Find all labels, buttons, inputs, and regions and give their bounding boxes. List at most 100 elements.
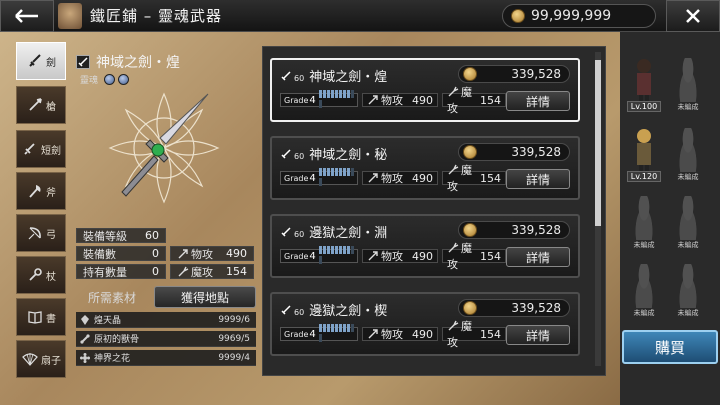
- tab-label: 弓: [46, 229, 56, 241]
- grade-pip: [322, 90, 326, 98]
- close-icon: [686, 9, 700, 23]
- tab-spear[interactable]: 槍: [16, 86, 66, 124]
- soul-orb-icon: [104, 74, 116, 85]
- equip-count-row: 裝備數 0: [76, 246, 166, 261]
- grade-value: 4: [309, 94, 316, 106]
- tab-bow[interactable]: 弓: [16, 214, 66, 252]
- price-value: 339,528: [511, 67, 561, 81]
- phys-attack-label: 物攻: [381, 172, 403, 185]
- grade-pips: [318, 90, 357, 110]
- weapon-price: 339,528: [458, 299, 570, 317]
- party-slot-hero[interactable]: Lv.100: [622, 52, 666, 112]
- obtain-location-button[interactable]: 獲得地點: [154, 286, 256, 308]
- detail-button[interactable]: 詳情: [506, 325, 570, 345]
- grade-pip: [326, 168, 330, 176]
- mag-attack-stat: 魔攻 154: [442, 320, 506, 349]
- bone-icon: [80, 333, 90, 344]
- equip-level-value: 60: [145, 229, 159, 242]
- tab-book[interactable]: 書: [16, 298, 66, 336]
- empty-label: 未編成: [677, 103, 699, 111]
- staff-icon: [26, 266, 44, 284]
- tab-staff[interactable]: 杖: [16, 256, 66, 294]
- tab-label: 劍: [46, 57, 56, 69]
- party-slot-empty[interactable]: 未編成: [622, 258, 666, 318]
- party-slot-empty[interactable]: 未編成: [666, 190, 710, 250]
- empty-silhouette: [675, 58, 701, 102]
- grade-label: Grade: [284, 95, 309, 105]
- grade-pip: [334, 168, 338, 176]
- party-slot-empty[interactable]: 未編成: [666, 122, 710, 182]
- grade-pip: [318, 100, 322, 108]
- grade-label: Grade: [284, 251, 309, 261]
- weapon-price: 339,528: [458, 221, 570, 239]
- grade-pip: [350, 246, 354, 254]
- hero-portrait: [637, 129, 651, 171]
- grade-pip: [350, 324, 354, 332]
- grade-pip: [318, 334, 322, 342]
- tab-fan[interactable]: 扇子: [16, 340, 66, 378]
- blacksmith-icon: [58, 3, 82, 29]
- mag-attack-icon: [448, 164, 459, 175]
- grade-pip: [318, 246, 322, 254]
- grade-pip: [330, 246, 334, 254]
- phys-attack-value: 490: [412, 171, 433, 185]
- party-slot-empty[interactable]: 未編成: [666, 258, 710, 318]
- tab-dagger[interactable]: 短劍: [16, 130, 66, 168]
- phys-attack-value: 490: [412, 249, 433, 263]
- price-value: 339,528: [511, 223, 561, 237]
- coin-icon: [463, 145, 477, 159]
- material-name: 煌天晶: [94, 316, 122, 326]
- weapon-name: 神域之劍・秘: [309, 148, 388, 163]
- grade-value: 4: [309, 250, 316, 262]
- material-row: 原初的獸骨 9969/5: [76, 331, 256, 347]
- tab-label: 杖: [46, 271, 56, 283]
- tab-label: 書: [46, 313, 56, 325]
- tab-axe[interactable]: 斧: [16, 172, 66, 210]
- equip-level-row: 裝備等級 60: [76, 228, 166, 243]
- grade-pips: [318, 324, 357, 344]
- close-button[interactable]: [666, 0, 720, 32]
- crystal-icon: [81, 314, 89, 325]
- detail-button[interactable]: 詳情: [506, 91, 570, 111]
- held-count-label: 持有數量: [83, 265, 127, 279]
- weapon-card[interactable]: 60 神域之劍・秘 339,528 Grade 4 物攻 490 魔攻 154 詳情: [270, 136, 580, 200]
- grade-pip: [342, 246, 346, 254]
- weapon-card[interactable]: 60 邊獄之劍・淵 339,528 Grade 4 物攻 490 魔攻 154 詳情: [270, 214, 580, 278]
- grade-label: Grade: [284, 329, 309, 339]
- party-slot-empty[interactable]: 未編成: [666, 52, 710, 112]
- hero-level: Lv.120: [626, 171, 662, 182]
- scrollbar-thumb[interactable]: [595, 60, 601, 226]
- back-button[interactable]: [0, 0, 54, 32]
- grade-pip: [346, 324, 350, 332]
- weapon-price: 339,528: [458, 143, 570, 161]
- tab-label: 斧: [46, 187, 56, 199]
- grade-pip: [350, 90, 354, 98]
- party-slot-empty[interactable]: 未編成: [622, 190, 666, 250]
- back-arrow-icon: [15, 9, 38, 23]
- equip-count-label: 裝備數: [83, 247, 116, 261]
- phys-attack-stat: 物攻 490: [362, 171, 438, 185]
- party-slot-hero[interactable]: Lv.120: [622, 122, 666, 182]
- material-count: 9969/5: [218, 333, 250, 344]
- mag-attack-icon: [448, 320, 459, 331]
- bow-icon: [26, 224, 44, 242]
- selected-weapon-name: 神域之劍・煌: [96, 55, 180, 71]
- grade-pip: [346, 168, 350, 176]
- materials-header: 所需素材 獲得地點: [76, 286, 256, 308]
- weapon-card[interactable]: 60 神域之劍・煌 339,528 Grade 4 物攻 490 魔攻 154 詳情: [270, 58, 580, 122]
- phys-attack-value: 490: [412, 93, 433, 107]
- sword-type-icon: [281, 70, 291, 81]
- grade-pip: [318, 90, 322, 98]
- detail-button[interactable]: 詳情: [506, 169, 570, 189]
- grade-pip: [342, 168, 346, 176]
- buy-button[interactable]: 購買: [622, 330, 718, 364]
- equip-count-value: 0: [152, 247, 159, 260]
- grade-pip: [318, 256, 322, 264]
- grade-pip: [326, 324, 330, 332]
- weapon-card[interactable]: 60 邊獄之劍・楔 339,528 Grade 4 物攻 490 魔攻 154 詳情: [270, 292, 580, 356]
- detail-button[interactable]: 詳情: [506, 247, 570, 267]
- tab-sword[interactable]: 劍: [16, 42, 66, 80]
- mag-attack-stat: 魔攻 154: [442, 242, 506, 271]
- sword-type-icon: [76, 55, 90, 69]
- empty-silhouette: [675, 264, 701, 308]
